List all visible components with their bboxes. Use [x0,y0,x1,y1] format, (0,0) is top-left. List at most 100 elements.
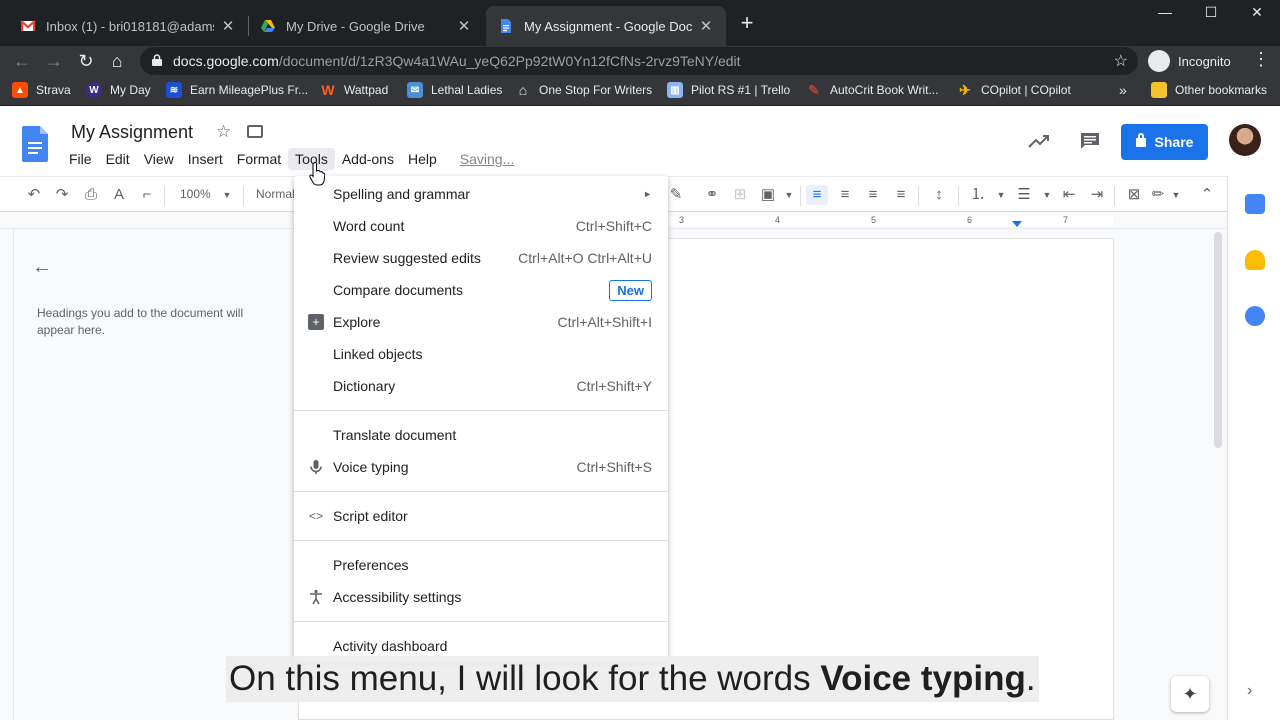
tab-title: Inbox (1) - bri018181@adams12. [46,18,214,34]
more-vert-icon[interactable]: ⋮ [1252,49,1270,70]
home-icon[interactable]: ⌂ [105,49,129,73]
spellcheck-icon[interactable]: A [108,185,130,205]
chevron-right-icon[interactable]: › [1247,682,1252,700]
tab-docs[interactable]: My Assignment - Google Docs ✕ [486,6,726,46]
calendar-icon[interactable] [1245,194,1265,214]
menu-view[interactable]: View [137,148,181,170]
scrollbar-thumb[interactable] [1214,232,1222,448]
move-folder-icon[interactable] [247,125,263,138]
insert-image-icon[interactable]: ▣ [757,185,779,205]
back-arrow-icon[interactable]: ← [10,49,34,73]
close-window-icon[interactable]: ✕ [1242,4,1272,24]
new-tab-button[interactable]: + [736,12,758,34]
avatar[interactable] [1229,124,1261,156]
menu-item-script-editor[interactable]: <> Script editor [294,500,668,532]
right-indent-marker[interactable] [1012,221,1022,227]
bookmark-item[interactable]: W Wattpad [320,82,388,98]
increase-indent-icon[interactable]: ⇥ [1086,185,1108,205]
menu-item-translate[interactable]: Translate document [294,419,668,451]
align-right-icon[interactable]: ≡ [862,185,884,205]
style-select[interactable]: Normal [256,187,295,201]
bookmark-label: Earn MileagePlus Fr... [190,83,309,97]
menu-item-label: Compare documents [333,282,463,298]
forward-arrow-icon[interactable]: → [42,49,66,73]
zoom-select[interactable]: 100% [180,187,211,201]
docs-logo-icon[interactable] [22,126,48,162]
bookmark-item[interactable]: ✈ COpilot | COpilot [957,82,1071,98]
line-spacing-icon[interactable]: ↕ [928,185,950,205]
chevron-down-icon[interactable]: ▼ [778,185,800,205]
menu-item-voice-typing[interactable]: Voice typing Ctrl+Shift+S [294,451,668,483]
chevron-down-icon[interactable]: ▼ [1036,185,1058,205]
menu-item-explore[interactable]: + Explore Ctrl+Alt+Shift+I [294,306,668,338]
menu-item-dictionary[interactable]: Dictionary Ctrl+Shift+Y [294,370,668,402]
comment-icon[interactable] [1080,132,1100,150]
bookmark-star-icon[interactable]: ☆ [1114,51,1128,71]
bookmark-item[interactable]: ≋ Earn MileagePlus Fr... [166,82,308,98]
menu-item-review-edits[interactable]: Review suggested edits Ctrl+Alt+O Ctrl+A… [294,242,668,274]
chevron-down-icon[interactable]: ▼ [990,185,1012,205]
bulleted-list-icon[interactable]: ☰ [1013,185,1035,205]
justify-icon[interactable]: ≡ [890,185,912,205]
menu-file[interactable]: File [62,148,99,170]
menu-format[interactable]: Format [230,148,288,170]
tab-drive[interactable]: My Drive - Google Drive ✕ [248,6,484,46]
highlight-icon[interactable]: ✎ [665,185,687,205]
share-button[interactable]: Share [1121,124,1208,160]
menu-addons[interactable]: Add-ons [335,148,401,170]
add-comment-icon[interactable]: ⊞ [729,185,751,205]
star-icon[interactable]: ☆ [216,122,231,142]
menu-edit[interactable]: Edit [99,148,137,170]
saving-status[interactable]: Saving... [456,148,518,170]
numbered-list-icon[interactable]: ⒈ [967,185,989,205]
close-tab-icon[interactable]: ✕ [698,17,714,35]
chevron-up-icon[interactable]: ⌃ [1196,185,1218,205]
align-left-icon[interactable]: ≡ [806,185,828,205]
menu-item-compare[interactable]: Compare documents New [294,274,668,306]
activity-trend-icon[interactable] [1028,132,1050,150]
keep-icon[interactable] [1245,250,1265,270]
bookmark-item[interactable]: ✎ AutoCrit Book Writ... [806,82,938,98]
bookmark-item[interactable]: ✉ Lethal Ladies [407,82,502,98]
maximize-icon[interactable]: ☐ [1196,4,1226,24]
menu-item-spelling[interactable]: Spelling and grammar ► [294,178,668,210]
menu-item-linked-objects[interactable]: Linked objects [294,338,668,370]
chevron-double-right-icon[interactable]: » [1119,82,1127,98]
undo-icon[interactable]: ↶ [23,185,45,205]
minimize-icon[interactable]: — [1150,4,1180,24]
back-arrow-icon[interactable]: ← [32,256,52,279]
menu-item-accessibility[interactable]: Accessibility settings [294,581,668,613]
menu-item-shortcut: Ctrl+Alt+O Ctrl+Alt+U [518,250,652,266]
menu-insert[interactable]: Insert [181,148,230,170]
menu-item-word-count[interactable]: Word count Ctrl+Shift+C [294,210,668,242]
bookmark-item[interactable]: ▲ Strava [12,82,71,98]
url-host: docs.google.com [173,53,279,69]
chevron-down-icon[interactable]: ▼ [216,185,238,205]
bookmark-item[interactable]: W My Day [86,82,151,98]
chevron-down-icon[interactable]: ▼ [1165,185,1187,205]
align-center-icon[interactable]: ≡ [834,185,856,205]
incognito-indicator[interactable]: Incognito [1148,48,1231,74]
bookmark-item[interactable]: ⌂ One Stop For Writers [515,82,652,98]
menu-help[interactable]: Help [401,148,444,170]
tab-gmail[interactable]: Inbox (1) - bri018181@adams12. ✕ [8,6,248,46]
link-icon[interactable]: ⚭ [701,185,723,205]
vertical-ruler[interactable] [0,229,14,720]
print-icon[interactable]: ⎙ [80,185,102,205]
other-bookmarks[interactable]: Other bookmarks [1151,82,1267,98]
close-tab-icon[interactable]: ✕ [220,17,236,35]
decrease-indent-icon[interactable]: ⇤ [1058,185,1080,205]
tasks-icon[interactable] [1245,306,1265,326]
document-title[interactable]: My Assignment [71,122,193,143]
paint-format-icon[interactable]: ⌐ [136,185,158,205]
explore-assist-icon[interactable]: ✦ [1171,676,1209,712]
clear-formatting-icon[interactable]: ⊠ [1123,185,1145,205]
address-bar[interactable]: docs.google.com/document/d/1zR3Qw4a1WAu_… [140,47,1138,75]
close-tab-icon[interactable]: ✕ [456,17,472,35]
reload-icon[interactable]: ↻ [74,49,98,73]
other-bookmarks-label: Other bookmarks [1175,83,1268,97]
strava-icon: ▲ [12,82,28,98]
redo-icon[interactable]: ↷ [51,185,73,205]
menu-item-preferences[interactable]: Preferences [294,549,668,581]
bookmark-item[interactable]: ▥ Pilot RS #1 | Trello [667,82,790,98]
